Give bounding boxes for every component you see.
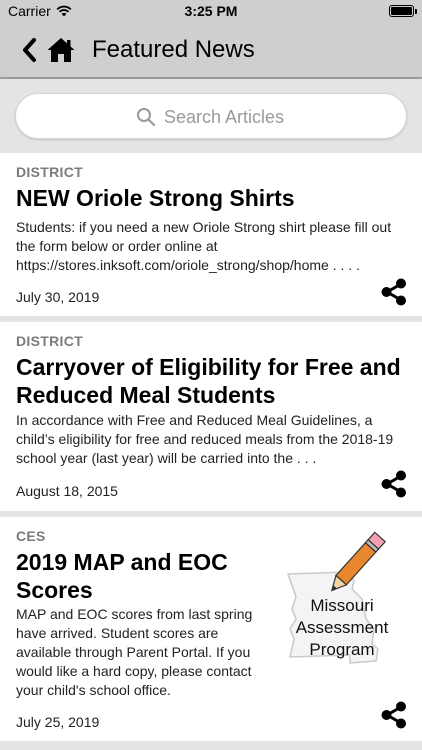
home-icon[interactable] [46, 36, 76, 64]
page-title: Featured News [92, 36, 255, 63]
article-card[interactable]: DISTRICT Carryover of Eligibility for Fr… [0, 322, 422, 511]
article-card[interactable]: DISTRICT NEW Oriole Strong Shirts Studen… [0, 153, 422, 316]
thumbnail-line-1: Missouri [310, 596, 373, 615]
status-time: 3:25 PM [184, 3, 238, 19]
share-icon[interactable] [380, 278, 408, 306]
article-category: CES [16, 528, 46, 544]
share-icon[interactable] [380, 470, 408, 498]
pencil-icon [330, 531, 387, 592]
nav-bar: Featured News [0, 22, 422, 78]
thumbnail-line-3: Program [309, 640, 374, 659]
article-summary: Students: if you need a new Oriole Stron… [16, 219, 392, 273]
article-category: DISTRICT [16, 164, 83, 180]
share-icon[interactable] [380, 701, 408, 729]
chevron-left-icon[interactable] [20, 36, 38, 64]
search-bar[interactable] [15, 93, 407, 139]
article-title[interactable]: Carryover of Eligibility for Free and Re… [16, 353, 411, 409]
search-input[interactable] [164, 103, 364, 131]
battery-icon [389, 5, 417, 17]
article-summary: MAP and EOC scores from last spring have… [16, 606, 253, 698]
article-title[interactable]: NEW Oriole Strong Shirts [16, 184, 406, 212]
article-date: August 18, 2015 [16, 483, 118, 499]
article-title[interactable]: 2019 MAP and EOC Scores [16, 548, 278, 604]
article-summary: In accordance with Free and Reduced Meal… [16, 412, 394, 466]
article-thumbnail: Missouri Assessment Program [286, 531, 389, 664]
search-area [0, 79, 422, 153]
thumbnail-line-2: Assessment [296, 618, 389, 637]
article-card[interactable]: CES 2019 MAP and EOC Scores MAP and EOC … [0, 517, 422, 741]
status-bar: Carrier 3:25 PM [0, 0, 422, 22]
article-date: July 25, 2019 [16, 714, 100, 730]
article-category: DISTRICT [16, 333, 83, 349]
article-date: July 30, 2019 [16, 289, 100, 305]
search-icon [137, 108, 156, 127]
